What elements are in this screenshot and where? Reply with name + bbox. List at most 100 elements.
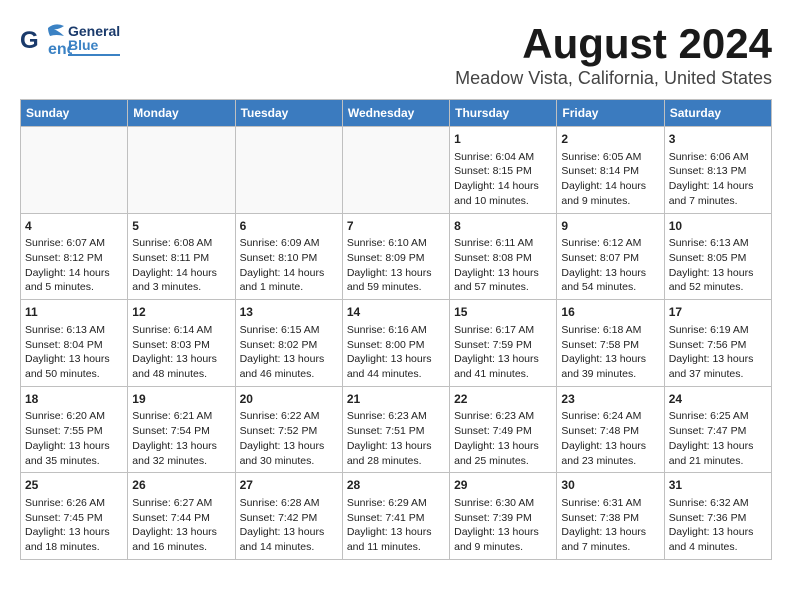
day-number-14: 14: [347, 304, 445, 321]
day-number-9: 9: [561, 218, 659, 235]
column-header-sunday: Sunday: [21, 100, 128, 127]
day-number-3: 3: [669, 131, 767, 148]
day-info: Sunset: 7:45 PM: [25, 511, 123, 526]
day-number-28: 28: [347, 477, 445, 494]
day-number-22: 22: [454, 391, 552, 408]
day-info: Daylight: 14 hours: [25, 266, 123, 281]
day-info: Daylight: 13 hours: [669, 266, 767, 281]
day-info: Sunset: 8:13 PM: [669, 164, 767, 179]
day-info: Sunrise: 6:30 AM: [454, 496, 552, 511]
day-info: Sunset: 7:41 PM: [347, 511, 445, 526]
day-info: Sunset: 7:55 PM: [25, 424, 123, 439]
day-info: and 25 minutes.: [454, 454, 552, 469]
day-info: Sunrise: 6:31 AM: [561, 496, 659, 511]
day-cell-15: 15Sunrise: 6:17 AMSunset: 7:59 PMDayligh…: [450, 300, 557, 387]
page-header: G eneral General Blue August 2024 Meadow…: [20, 20, 772, 89]
day-info: Sunrise: 6:13 AM: [669, 236, 767, 251]
day-info: and 9 minutes.: [454, 540, 552, 555]
day-info: Daylight: 14 hours: [240, 266, 338, 281]
day-cell-29: 29Sunrise: 6:30 AMSunset: 7:39 PMDayligh…: [450, 473, 557, 560]
subtitle: Meadow Vista, California, United States: [455, 68, 772, 89]
day-cell-17: 17Sunrise: 6:19 AMSunset: 7:56 PMDayligh…: [664, 300, 771, 387]
week-row-4: 18Sunrise: 6:20 AMSunset: 7:55 PMDayligh…: [21, 386, 772, 473]
week-row-1: 1Sunrise: 6:04 AMSunset: 8:15 PMDaylight…: [21, 127, 772, 214]
day-info: Sunset: 8:14 PM: [561, 164, 659, 179]
day-cell-12: 12Sunrise: 6:14 AMSunset: 8:03 PMDayligh…: [128, 300, 235, 387]
day-info: Sunrise: 6:05 AM: [561, 150, 659, 165]
day-info: and 4 minutes.: [669, 540, 767, 555]
day-info: and 54 minutes.: [561, 280, 659, 295]
column-header-friday: Friday: [557, 100, 664, 127]
day-info: Daylight: 13 hours: [240, 525, 338, 540]
day-number-4: 4: [25, 218, 123, 235]
day-info: Sunrise: 6:17 AM: [454, 323, 552, 338]
day-info: Sunset: 7:56 PM: [669, 338, 767, 353]
day-info: Sunset: 8:04 PM: [25, 338, 123, 353]
day-info: Sunrise: 6:19 AM: [669, 323, 767, 338]
main-title: August 2024: [455, 20, 772, 68]
day-info: Daylight: 14 hours: [669, 179, 767, 194]
day-info: Sunset: 8:15 PM: [454, 164, 552, 179]
day-info: Sunrise: 6:28 AM: [240, 496, 338, 511]
day-number-19: 19: [132, 391, 230, 408]
day-cell-18: 18Sunrise: 6:20 AMSunset: 7:55 PMDayligh…: [21, 386, 128, 473]
day-number-25: 25: [25, 477, 123, 494]
logo: G eneral General Blue: [20, 20, 120, 60]
day-info: Sunrise: 6:25 AM: [669, 409, 767, 424]
day-info: Sunrise: 6:16 AM: [347, 323, 445, 338]
day-number-13: 13: [240, 304, 338, 321]
day-number-16: 16: [561, 304, 659, 321]
day-info: Sunset: 7:38 PM: [561, 511, 659, 526]
day-info: Sunrise: 6:23 AM: [454, 409, 552, 424]
day-cell-8: 8Sunrise: 6:11 AMSunset: 8:08 PMDaylight…: [450, 213, 557, 300]
day-info: Sunset: 8:08 PM: [454, 251, 552, 266]
day-info: and 7 minutes.: [561, 540, 659, 555]
day-info: Sunrise: 6:08 AM: [132, 236, 230, 251]
day-info: Sunset: 7:59 PM: [454, 338, 552, 353]
day-info: Daylight: 13 hours: [669, 439, 767, 454]
calendar-table: SundayMondayTuesdayWednesdayThursdayFrid…: [20, 99, 772, 560]
day-info: Sunset: 8:10 PM: [240, 251, 338, 266]
day-info: Sunset: 8:12 PM: [25, 251, 123, 266]
day-info: Sunset: 7:44 PM: [132, 511, 230, 526]
day-info: and 30 minutes.: [240, 454, 338, 469]
day-number-20: 20: [240, 391, 338, 408]
day-info: Sunset: 8:02 PM: [240, 338, 338, 353]
day-number-6: 6: [240, 218, 338, 235]
empty-cell: [235, 127, 342, 214]
day-info: Sunset: 7:36 PM: [669, 511, 767, 526]
day-cell-26: 26Sunrise: 6:27 AMSunset: 7:44 PMDayligh…: [128, 473, 235, 560]
day-info: and 21 minutes.: [669, 454, 767, 469]
day-info: Daylight: 13 hours: [669, 352, 767, 367]
svg-text:G: G: [20, 27, 39, 54]
day-info: Daylight: 14 hours: [132, 266, 230, 281]
title-block: August 2024 Meadow Vista, California, Un…: [455, 20, 772, 89]
day-info: Daylight: 13 hours: [347, 525, 445, 540]
day-info: Sunset: 7:39 PM: [454, 511, 552, 526]
day-info: and 50 minutes.: [25, 367, 123, 382]
day-info: and 37 minutes.: [669, 367, 767, 382]
day-number-1: 1: [454, 131, 552, 148]
day-number-5: 5: [132, 218, 230, 235]
day-info: Sunrise: 6:13 AM: [25, 323, 123, 338]
day-info: and 7 minutes.: [669, 194, 767, 209]
day-info: Sunset: 7:42 PM: [240, 511, 338, 526]
day-cell-30: 30Sunrise: 6:31 AMSunset: 7:38 PMDayligh…: [557, 473, 664, 560]
day-info: Daylight: 13 hours: [561, 439, 659, 454]
day-info: Daylight: 13 hours: [454, 525, 552, 540]
day-info: and 10 minutes.: [454, 194, 552, 209]
day-cell-25: 25Sunrise: 6:26 AMSunset: 7:45 PMDayligh…: [21, 473, 128, 560]
day-info: Sunrise: 6:26 AM: [25, 496, 123, 511]
day-cell-6: 6Sunrise: 6:09 AMSunset: 8:10 PMDaylight…: [235, 213, 342, 300]
day-number-12: 12: [132, 304, 230, 321]
day-cell-10: 10Sunrise: 6:13 AMSunset: 8:05 PMDayligh…: [664, 213, 771, 300]
day-info: Daylight: 13 hours: [240, 439, 338, 454]
day-cell-23: 23Sunrise: 6:24 AMSunset: 7:48 PMDayligh…: [557, 386, 664, 473]
empty-cell: [21, 127, 128, 214]
day-info: Sunrise: 6:15 AM: [240, 323, 338, 338]
day-info: Sunset: 8:07 PM: [561, 251, 659, 266]
column-header-thursday: Thursday: [450, 100, 557, 127]
day-number-27: 27: [240, 477, 338, 494]
day-info: and 28 minutes.: [347, 454, 445, 469]
day-info: and 5 minutes.: [25, 280, 123, 295]
